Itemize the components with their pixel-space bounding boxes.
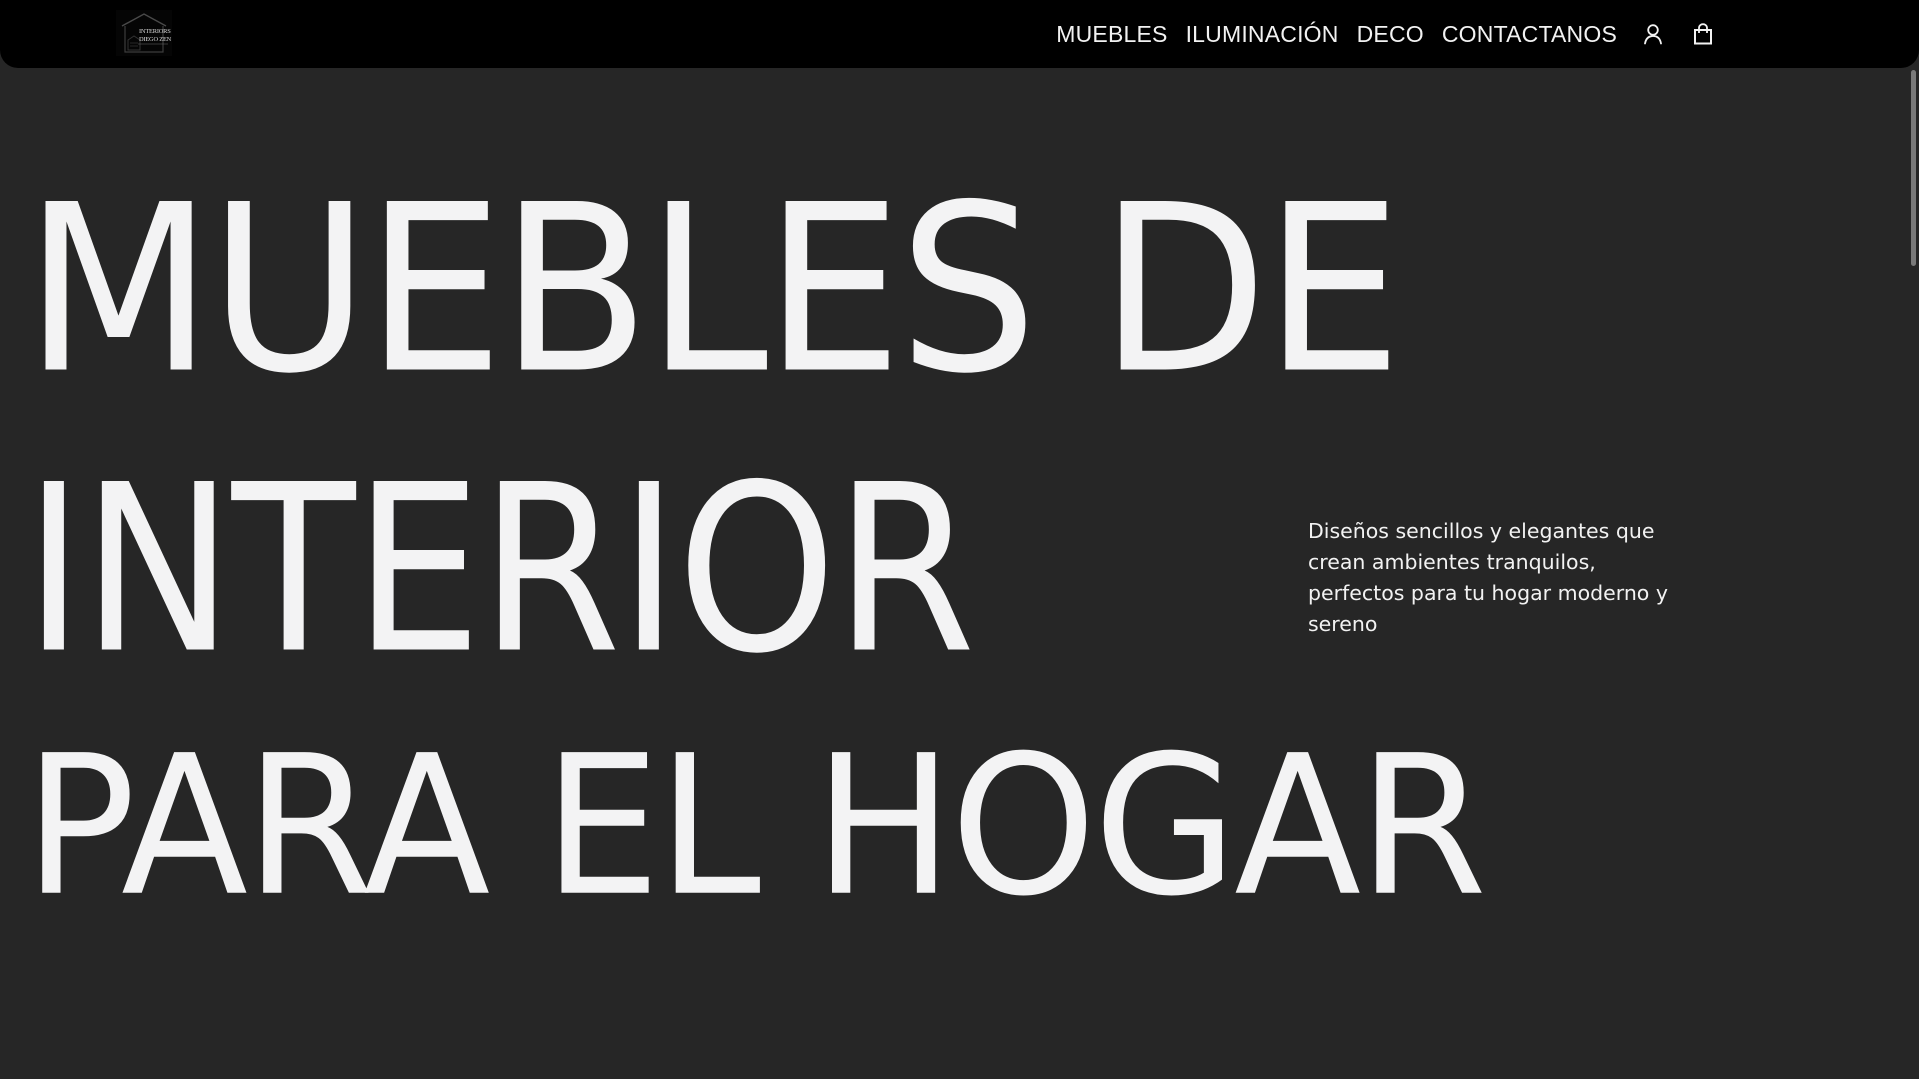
user-icon[interactable] xyxy=(1641,22,1665,46)
nav-link-muebles[interactable]: MUEBLES xyxy=(1056,21,1167,48)
svg-text:INTERIORS: INTERIORS xyxy=(139,28,171,35)
navbar: INTERIORS DIEGO ZEN MUEBLES ILUMINACIÓN … xyxy=(0,0,1919,68)
page: INTERIORS DIEGO ZEN MUEBLES ILUMINACIÓN … xyxy=(0,0,1919,1079)
svg-text:DIEGO ZEN: DIEGO ZEN xyxy=(139,36,172,43)
hero-title-line-3: PARA EL HOGAR xyxy=(24,713,1487,939)
scrollbar[interactable] xyxy=(1907,0,1919,1079)
nav-link-deco[interactable]: DECO xyxy=(1357,21,1424,48)
nav-link-iluminacion[interactable]: ILUMINACIÓN xyxy=(1186,21,1339,48)
scrollbar-thumb[interactable] xyxy=(1911,70,1916,266)
main-nav: MUEBLES ILUMINACIÓN DECO CONTACTANOS xyxy=(1056,0,1715,68)
brand-logo[interactable]: INTERIORS DIEGO ZEN xyxy=(116,10,172,56)
house-logo-icon: INTERIORS DIEGO ZEN xyxy=(116,10,172,56)
nav-link-contactanos[interactable]: CONTACTANOS xyxy=(1442,21,1617,48)
hero-title-line-1: MUEBLES DE xyxy=(24,156,1402,425)
shopping-bag-icon[interactable] xyxy=(1691,22,1715,46)
hero-title-line-2: INTERIOR xyxy=(24,436,975,705)
hero-description: Diseños sencillos y elegantes que crean … xyxy=(1308,519,1669,636)
